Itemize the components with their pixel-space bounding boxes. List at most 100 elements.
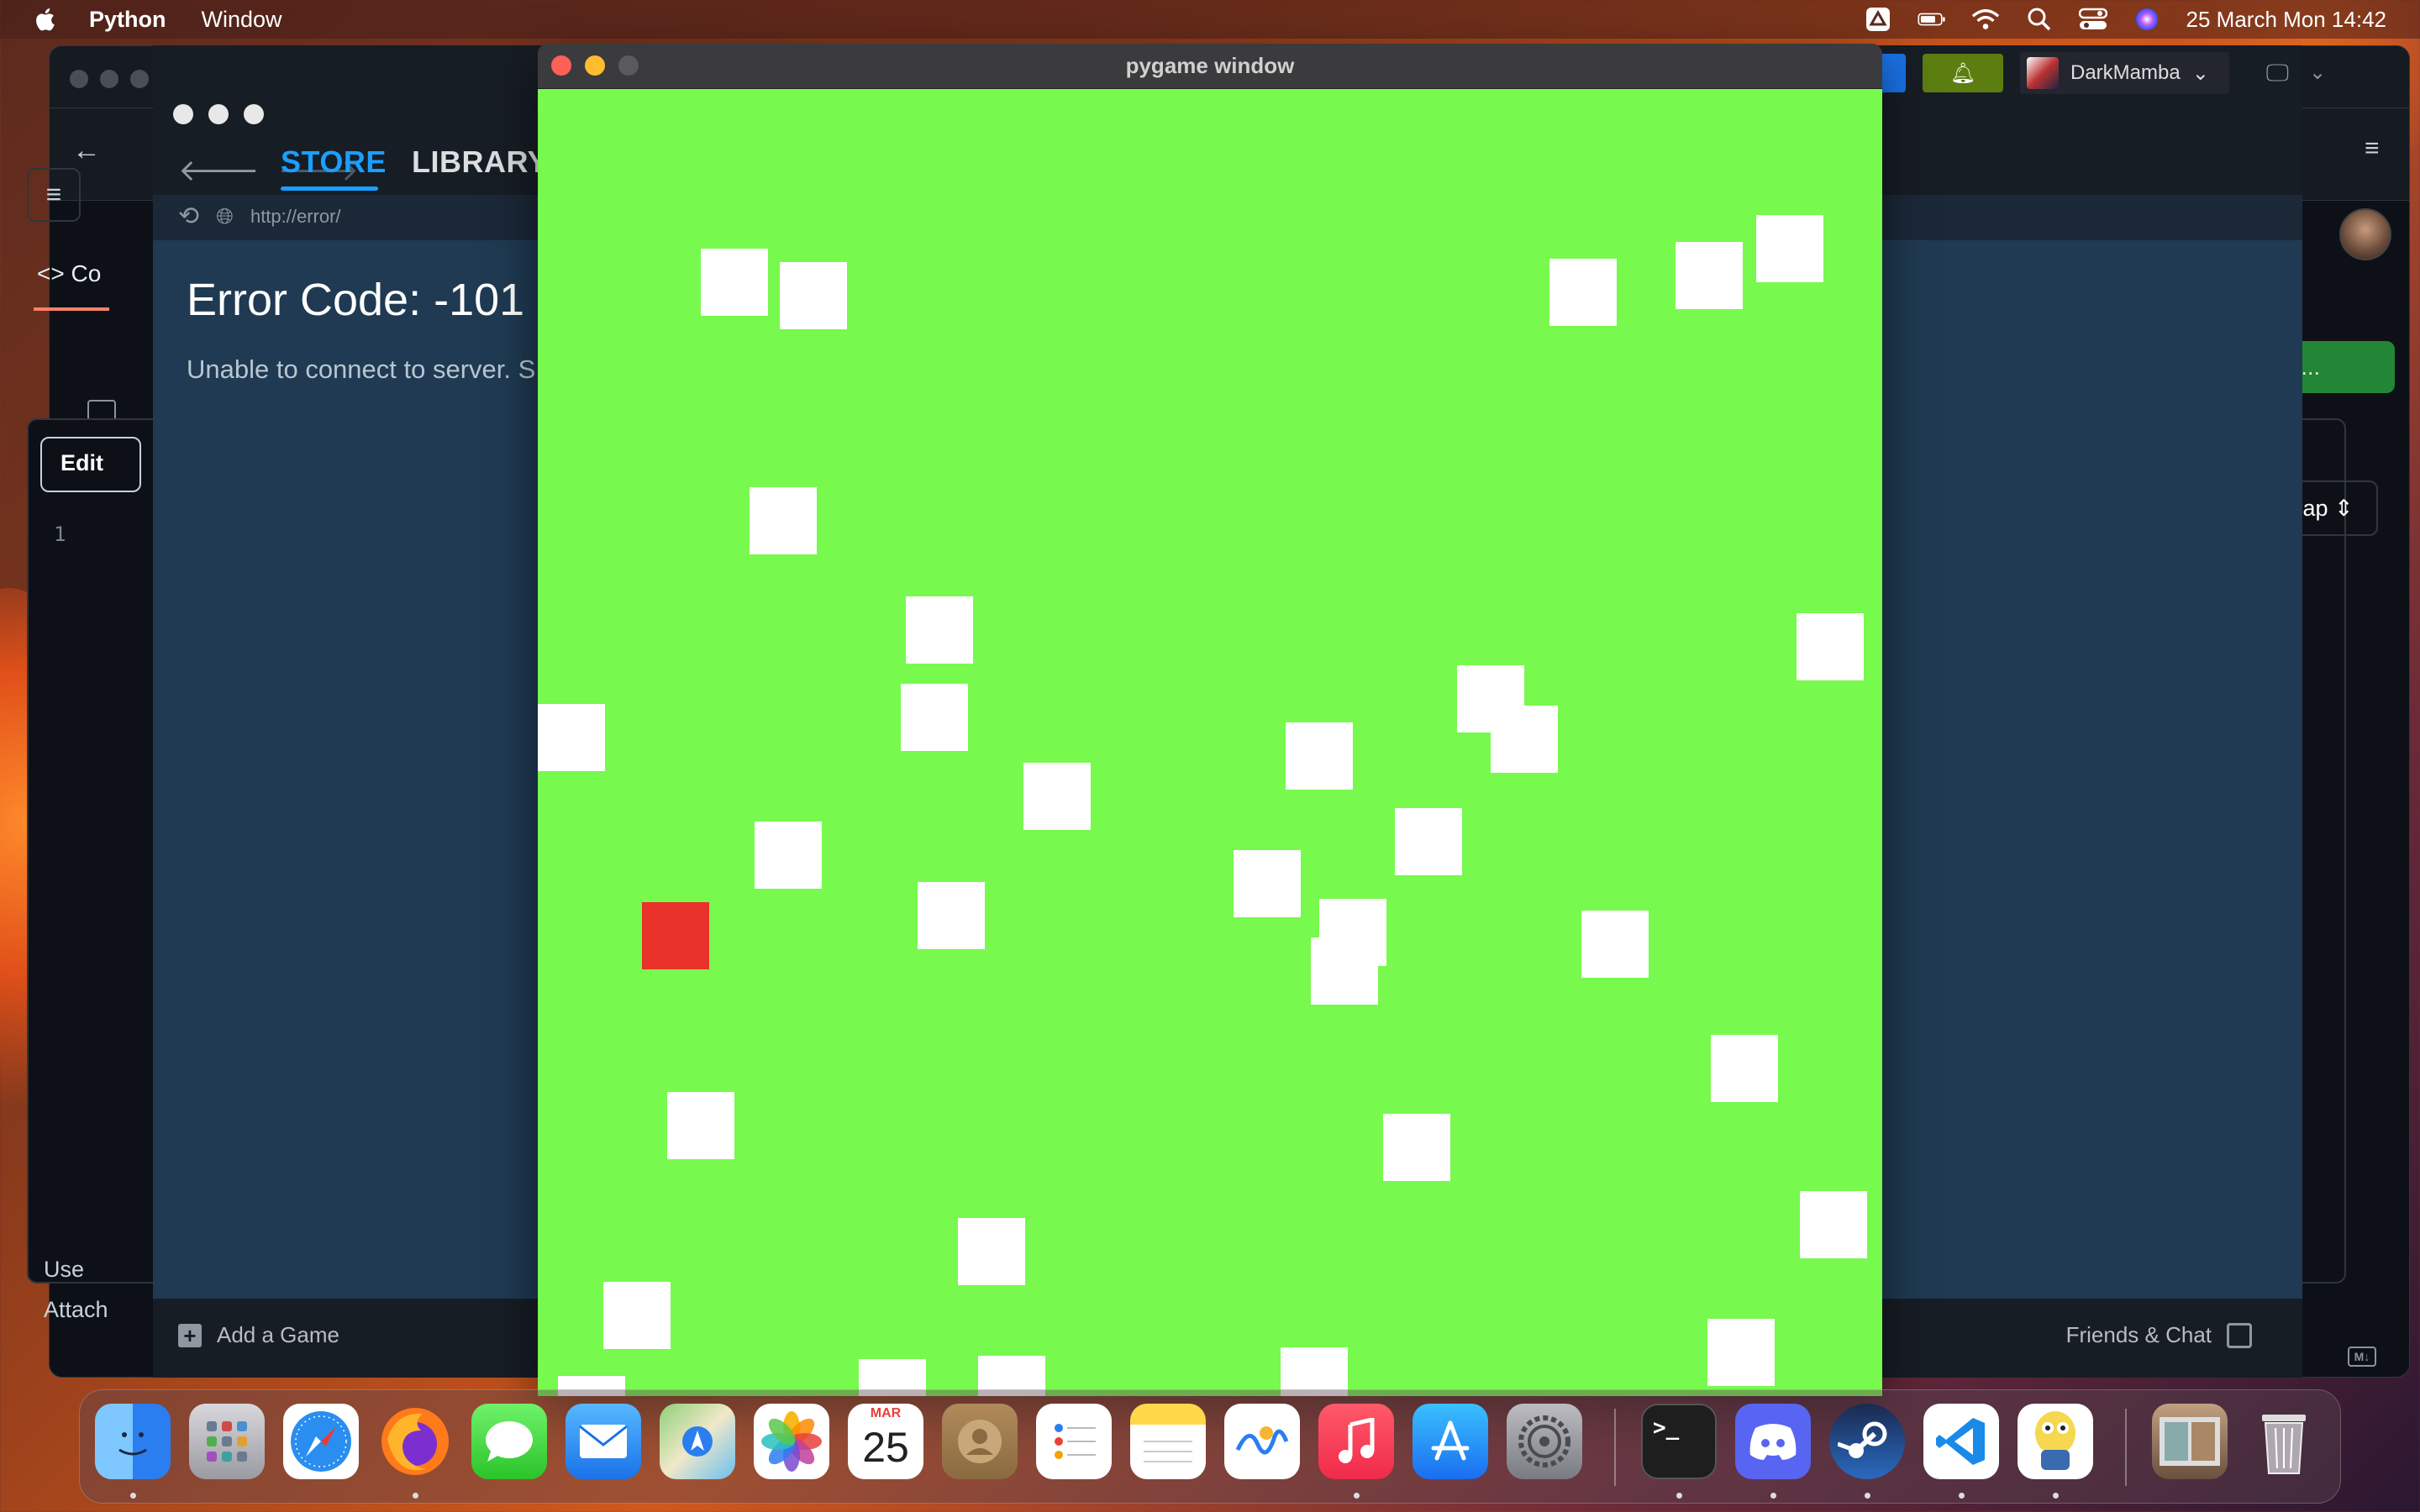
launchpad-icon[interactable] <box>189 1404 265 1479</box>
pygame-window: pygame window <box>538 44 1882 1396</box>
monitor-icon[interactable]: 🖵︎ <box>2266 60 2289 87</box>
edit-button[interactable]: Edit <box>40 437 141 492</box>
obstacle-block <box>1286 722 1353 790</box>
system-settings-icon[interactable] <box>1507 1404 1582 1479</box>
markdown-icon: M↓ <box>2348 1347 2376 1367</box>
error-title: Error Code: -101 <box>187 275 525 325</box>
tab-store-underline <box>281 186 378 191</box>
dock-separator <box>1614 1409 1616 1486</box>
line-number: 1 <box>54 522 66 546</box>
select-arrows-icon: ⇕ <box>2334 496 2354 521</box>
reminders-icon[interactable] <box>1036 1404 1112 1479</box>
maps-icon[interactable] <box>660 1404 735 1479</box>
pygame-titlebar[interactable]: pygame window <box>538 44 1882 89</box>
tab-library[interactable]: LIBRARY <box>412 144 548 180</box>
obstacle-block <box>1311 937 1378 1005</box>
running-indicator <box>130 1493 136 1499</box>
obstacle-block <box>755 822 822 889</box>
steam-traffic-lights[interactable] <box>173 104 264 124</box>
error-message: Unable to connect to server. S <box>187 354 536 384</box>
obstacle-block <box>780 262 847 329</box>
window-traffic-lights[interactable] <box>70 70 149 88</box>
obstacle-block <box>1797 613 1864 680</box>
obstacle-block <box>1234 850 1301 917</box>
notifications-bell-icon[interactable]: 🔔︎ <box>1923 54 2003 92</box>
obstacle-block <box>1800 1191 1867 1258</box>
player-block <box>642 902 709 969</box>
discord-icon[interactable] <box>1735 1404 1811 1479</box>
safari-icon[interactable] <box>283 1404 359 1479</box>
apple-menu-icon[interactable] <box>34 7 55 32</box>
obstacle-block <box>1491 706 1558 773</box>
friends-icon <box>2227 1322 2252 1348</box>
obstacle-block <box>667 1092 734 1159</box>
obstacle-block <box>901 684 968 751</box>
obstacle-block <box>1581 911 1649 978</box>
calendar-icon[interactable]: MAR 25 <box>848 1404 923 1479</box>
obstacle-block <box>1711 1035 1778 1102</box>
back-arrow-icon[interactable]: 🡐 <box>178 151 260 188</box>
steam-user-menu[interactable]: DarkMamba ⌄ <box>2020 52 2229 94</box>
terminal-icon[interactable]: >_ <box>1641 1404 1717 1479</box>
menubar-clock[interactable]: 25 March Mon 14:42 <box>2186 7 2386 33</box>
drive-icon[interactable] <box>1864 8 1892 31</box>
user-avatar[interactable] <box>2339 208 2391 260</box>
chevron-down-icon[interactable]: ⌄ <box>2309 60 2326 85</box>
contacts-icon[interactable] <box>942 1404 1018 1479</box>
calendar-month: MAR <box>870 1406 902 1420</box>
obstacle-block <box>701 249 768 316</box>
running-indicator <box>413 1493 418 1499</box>
avatar <box>2027 57 2059 89</box>
steam-icon[interactable] <box>1829 1404 1905 1479</box>
mail-icon[interactable] <box>566 1404 641 1479</box>
firefox-icon[interactable] <box>377 1404 453 1479</box>
battery-icon[interactable] <box>1918 8 1946 31</box>
menu-item-window[interactable]: Window <box>202 7 282 33</box>
spotlight-search-icon[interactable] <box>2025 8 2054 31</box>
obstacle-block <box>750 487 817 554</box>
freeform-icon[interactable] <box>1224 1404 1300 1479</box>
obstacle-block <box>1395 808 1462 875</box>
music-icon[interactable] <box>1318 1404 1394 1479</box>
running-indicator <box>1676 1493 1682 1499</box>
friends-chat-button[interactable]: Friends & Chat <box>2066 1322 2252 1348</box>
obstacle-block <box>1549 259 1617 326</box>
menu-bar: Python Window 25 March Mon 14:42 <box>0 0 2420 39</box>
menu-lines-icon[interactable]: ≡ <box>2365 134 2395 165</box>
window-title: pygame window <box>1125 53 1295 78</box>
browser-back-icon[interactable]: ← <box>72 134 101 167</box>
python-launcher-icon[interactable] <box>2018 1404 2093 1479</box>
notes-icon[interactable] <box>1130 1404 1206 1479</box>
attach-text[interactable]: Attach <box>44 1297 108 1323</box>
add-game-button[interactable]: + Add a Game <box>178 1322 339 1348</box>
tab-store[interactable]: STORE <box>281 144 387 180</box>
hamburger-menu-icon[interactable]: ≡ <box>27 168 81 222</box>
active-app-name[interactable]: Python <box>89 7 166 33</box>
url-text[interactable]: http://error/ <box>250 206 341 228</box>
reload-icon[interactable]: ⟲ <box>178 202 199 231</box>
obstacle-block <box>1707 1319 1775 1386</box>
siri-icon[interactable] <box>2133 8 2161 31</box>
game-canvas[interactable] <box>538 89 1882 1396</box>
calendar-day: 25 <box>862 1424 909 1471</box>
obstacle-block <box>1756 215 1823 282</box>
vscode-icon[interactable] <box>1923 1404 1999 1479</box>
obstacle-block <box>1383 1114 1450 1181</box>
running-indicator <box>2053 1493 2059 1499</box>
preview-thumbnail-icon[interactable] <box>2152 1404 2228 1479</box>
globe-icon: 🌐︎ <box>216 202 234 228</box>
running-indicator <box>1770 1493 1776 1499</box>
running-indicator <box>1865 1493 1870 1499</box>
trash-icon[interactable] <box>2246 1404 2322 1479</box>
code-icon: <> <box>37 260 71 286</box>
photos-icon[interactable] <box>754 1404 829 1479</box>
dock-separator <box>2125 1409 2127 1486</box>
obstacle-block <box>906 596 973 664</box>
app-store-icon[interactable] <box>1413 1404 1488 1479</box>
finder-icon[interactable] <box>95 1404 171 1479</box>
tab-code[interactable]: <> Co <box>37 260 101 287</box>
messages-icon[interactable] <box>471 1404 547 1479</box>
obstacle-block <box>1023 763 1091 830</box>
wifi-icon[interactable] <box>1971 8 2000 31</box>
control-center-icon[interactable] <box>2078 8 2107 31</box>
